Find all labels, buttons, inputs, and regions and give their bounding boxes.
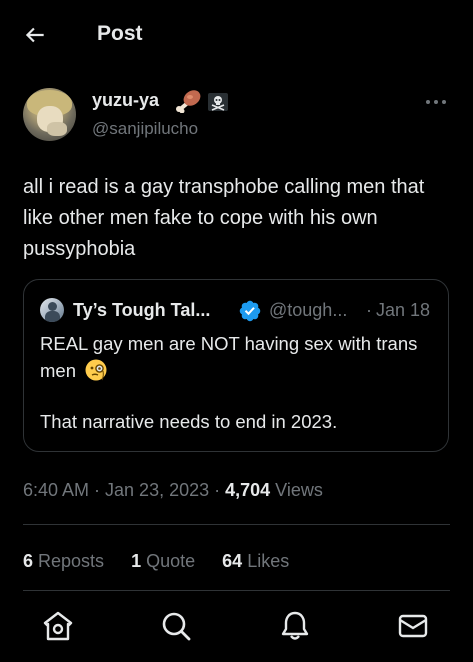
quotes-stat[interactable]: 1 Quote	[131, 551, 195, 572]
bottom-navigation	[0, 591, 473, 662]
page-title: Post	[97, 22, 143, 45]
reposts-stat[interactable]: 6 Reposts	[23, 551, 104, 572]
messages-mail-icon[interactable]	[397, 610, 429, 642]
author-avatar[interactable]	[23, 88, 76, 141]
quoted-author-name: Ty’s Tough Tal...	[73, 300, 211, 320]
post-timestamp[interactable]: 6:40 AM · Jan 23, 2023 ·	[23, 480, 225, 500]
post-text: all i read is a gay transphobe calling m…	[23, 176, 425, 260]
post-metadata: 6:40 AM · Jan 23, 2023 · 4,704 Views	[23, 480, 323, 501]
quotes-label: Quote	[141, 551, 196, 571]
quoted-author-handle: @tough...	[269, 300, 348, 320]
quotes-count: 1	[131, 551, 142, 571]
views-label: Views	[270, 480, 323, 500]
notifications-bell-icon[interactable]	[279, 610, 311, 642]
reposts-count: 6	[23, 551, 34, 571]
top-bar: Post	[0, 0, 473, 70]
likes-label: Likes	[242, 551, 290, 571]
meat-on-bone-icon	[176, 90, 201, 113]
divider	[23, 524, 450, 525]
quoted-author-avatar	[40, 298, 64, 322]
more-options-icon[interactable]	[424, 97, 448, 107]
reposts-label: Reposts	[33, 551, 105, 571]
separator-dot: ·	[366, 300, 372, 320]
search-icon[interactable]	[160, 610, 192, 642]
verified-badge-icon	[239, 300, 261, 322]
quoted-post-text-line2: That narrative needs to end in 2023.	[40, 411, 338, 432]
quoted-post-date: Jan 18	[376, 300, 431, 320]
likes-count: 64	[222, 551, 243, 571]
quoted-post-card[interactable]: Ty’s Tough Tal... @tough... · Jan 18 REA…	[23, 279, 449, 452]
likes-stat[interactable]: 64 Likes	[222, 551, 289, 572]
engagement-stats: 6 Reposts 1 Quote 64 Likes	[23, 551, 311, 572]
quoted-post-text: REAL gay men are NOT having sex with tra…	[40, 330, 430, 384]
views-count: 4,704	[225, 480, 271, 500]
face-with-monocle-icon	[85, 359, 107, 381]
author-handle[interactable]: @sanjipilucho	[92, 119, 198, 139]
home-icon[interactable]	[42, 610, 74, 642]
author-display-name[interactable]: yuzu-ya	[92, 90, 159, 111]
pirate-flag-icon	[208, 93, 228, 111]
back-arrow-icon[interactable]	[22, 22, 48, 48]
